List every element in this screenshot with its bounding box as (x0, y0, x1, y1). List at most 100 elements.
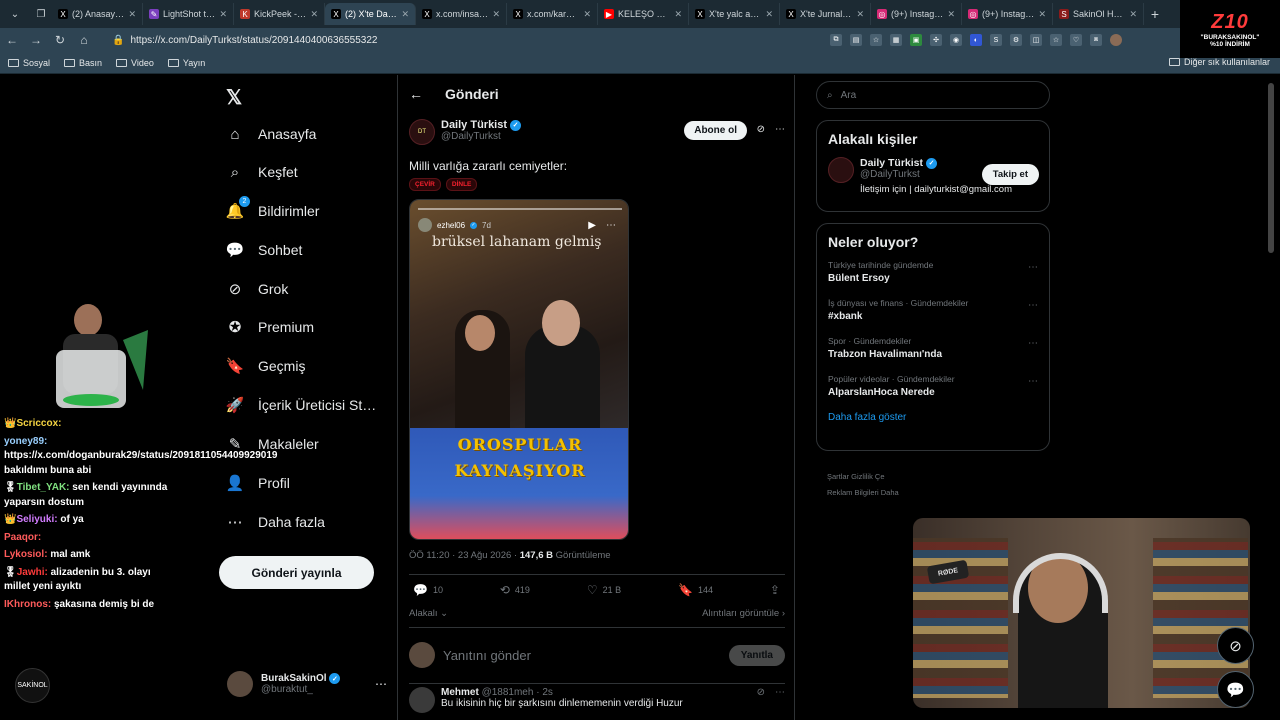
related-dropdown[interactable]: Alakalı ⌄ (409, 608, 448, 619)
close-icon[interactable]: ✕ (947, 9, 955, 20)
close-icon[interactable]: ✕ (856, 9, 864, 20)
profile-avatar[interactable] (1110, 34, 1122, 46)
extension-icon[interactable]: ⧉ (830, 34, 842, 46)
split-screen-icon[interactable]: ◫ (1030, 34, 1042, 46)
more-icon[interactable]: ⋯ (375, 677, 387, 691)
reply-author-name[interactable]: Mehmet (441, 687, 479, 698)
browser-tab[interactable]: S SakinOl Haber ✕ (1053, 3, 1144, 25)
grok-icon[interactable]: ⊘ (757, 687, 765, 713)
home-browser-icon[interactable]: ⌂ (72, 33, 96, 47)
more-icon[interactable]: ⋯ (1028, 300, 1038, 311)
browser-tab[interactable]: ✎ LightShot taraf… ✕ (143, 3, 234, 25)
more-icon[interactable]: ⋯ (1028, 262, 1038, 273)
author-name[interactable]: Daily Türkist ✓ (441, 119, 522, 131)
tweet-media[interactable]: ezhel06 ✓ 7d ▶ ⋯ brüksel lahanam gelmiş … (409, 199, 629, 540)
bookmark-folder[interactable]: Video (116, 58, 154, 68)
back-icon[interactable]: ← (0, 33, 24, 47)
close-icon[interactable]: ✕ (401, 9, 409, 20)
other-bookmarks[interactable]: Diğer sık kullanılanlar (1168, 57, 1270, 67)
reply-tweet[interactable]: Mehmet @1881meh · 2s Bu ikisinin hiç bir… (409, 687, 785, 713)
tweet-action[interactable]: 🔖 144 (678, 583, 713, 597)
timestamp[interactable]: ÖÖ 11:20 · 23 Ağu 2026 · (409, 550, 520, 561)
more-icon[interactable]: ⋯ (775, 124, 785, 135)
scrollbar[interactable] (1268, 83, 1276, 713)
bookmark-folder[interactable]: Yayın (167, 58, 205, 68)
extension-icon[interactable]: ▣ (910, 34, 922, 46)
url-field[interactable]: 🔒 https://x.com/DailyTurkst/status/20914… (104, 31, 804, 49)
close-icon[interactable]: ✕ (674, 9, 682, 20)
more-icon[interactable]: ⋯ (1028, 376, 1038, 387)
browser-tab[interactable]: X (2) X'te Daily T… ✕ (325, 3, 416, 25)
subscribe-button[interactable]: Abone ol (684, 121, 747, 140)
tweet-action[interactable]: 💬 10 (413, 583, 443, 597)
tweet-action[interactable]: ⟲ 419 (500, 583, 530, 597)
trend-item[interactable]: Spor · Gündemdekiler Trabzon Havalimanı'n… (828, 336, 1038, 360)
author-handle[interactable]: @DailyTurkst (441, 131, 521, 142)
extension-icon[interactable]: ✣ (930, 34, 942, 46)
scrollbar-thumb[interactable] (1268, 83, 1274, 253)
nav-item[interactable]: ⋯ Daha fazla (226, 513, 325, 531)
nav-item[interactable]: ⌕ Keşfet (226, 163, 298, 181)
nav-item[interactable]: 👤 Profil (226, 474, 290, 492)
extension-icon[interactable]: ◐ (970, 34, 982, 46)
more-icon[interactable]: ⋯ (606, 220, 616, 231)
browser-tab[interactable]: X (2) Anasayfa / X ✕ (52, 3, 143, 25)
close-icon[interactable]: ✕ (128, 9, 136, 20)
collections-icon[interactable]: ⧈ (1090, 34, 1102, 46)
trend-item[interactable]: Türkiye tarihinde gündemde Bülent Ersoy ⋯ (828, 260, 1038, 284)
extension-icon[interactable]: S (990, 34, 1002, 46)
nav-item[interactable]: 🔖 Geçmiş (226, 357, 306, 375)
post-button[interactable]: Gönderi yayınla (219, 556, 374, 589)
more-icon[interactable]: ⋯ (775, 687, 785, 713)
extension-icon[interactable]: ▦ (890, 34, 902, 46)
close-icon[interactable]: ✕ (492, 9, 500, 20)
grok-icon[interactable]: ⊘ (757, 124, 765, 135)
close-icon[interactable]: ✕ (1038, 9, 1046, 20)
reply-input[interactable]: Yanıtını gönder (443, 648, 531, 663)
show-more-link[interactable]: Daha fazla göster (828, 412, 1038, 423)
follow-button[interactable]: Takip et (981, 164, 1039, 185)
footer-link[interactable]: Şartlar Gizlilik Çe (827, 469, 927, 485)
play-icon[interactable]: ▶ (588, 220, 596, 231)
reply-button[interactable]: Yanıtla (728, 644, 785, 666)
avatar[interactable]: DT (409, 119, 435, 145)
listen-button[interactable]: DİNLE (445, 178, 478, 191)
close-icon[interactable]: ✕ (765, 9, 773, 20)
bookmark-folder[interactable]: Basın (64, 58, 102, 68)
trend-item[interactable]: İş dünyası ve finans · Gündemdekiler #xba… (828, 298, 1038, 322)
nav-item[interactable]: 💬 Sohbet (226, 241, 303, 259)
footer-link[interactable]: Reklam Bilgileri Daha (827, 485, 927, 501)
extension-icon[interactable]: ◉ (950, 34, 962, 46)
browser-tab[interactable]: Xx.com/insavuc…✕ (416, 3, 507, 25)
browser-tab[interactable]: ◎ (9+) Instagram ✕ (871, 3, 962, 25)
search-input[interactable]: ⌕ Ara (816, 81, 1050, 109)
nav-item[interactable]: ⊘ Grok (226, 280, 289, 298)
browser-tab[interactable]: ▶ KELEŞO & SİD…✕ (598, 3, 689, 25)
forward-icon[interactable]: → (24, 33, 48, 47)
grok-fab-icon[interactable]: ⊘ (1217, 627, 1254, 664)
close-icon[interactable]: ✕ (310, 9, 318, 20)
favorites-icon[interactable]: ☆ (1050, 34, 1062, 46)
tweet-action[interactable]: ♡ 21 B (587, 583, 621, 597)
back-arrow-icon[interactable]: ← (409, 86, 423, 102)
view-quotes-link[interactable]: Alıntıları görüntüle › (702, 608, 785, 619)
account-switcher[interactable]: BurakSakinOl ✓ @buraktut_ ⋯ (227, 671, 387, 697)
x-logo-icon[interactable]: 𝕏 (226, 85, 242, 110)
browser-tab[interactable]: K KickPeek - Rea…✕ (234, 3, 325, 25)
browser-tab[interactable]: X X'te Jurnal: "K… ✕ (780, 3, 871, 25)
nav-item[interactable]: ✪ Premium (226, 318, 314, 336)
close-icon[interactable]: ✕ (1129, 9, 1137, 20)
browser-tab[interactable]: ◎ (9+) Instagram ✕ (962, 3, 1053, 25)
reload-icon[interactable]: ↻ (48, 33, 72, 47)
messages-fab-icon[interactable]: 💬 (1217, 671, 1254, 708)
nav-item[interactable]: 🔔 2 Bildirimler (226, 196, 319, 220)
tab-list-icon[interactable]: ⌄ (4, 3, 26, 25)
new-tab-button[interactable]: + (1144, 6, 1166, 22)
extension-icon[interactable]: ▤ (850, 34, 862, 46)
workspaces-icon[interactable]: ❐ (30, 3, 52, 25)
favorite-star-icon[interactable]: ☆ (870, 34, 882, 46)
tweet-action[interactable]: ⇪ (770, 583, 785, 597)
more-icon[interactable]: ⋯ (1028, 338, 1038, 349)
browser-tab[interactable]: X X'te yalc arşiv… ✕ (689, 3, 780, 25)
nav-item[interactable]: 🚀 İçerik Üreticisi St… (226, 396, 377, 414)
